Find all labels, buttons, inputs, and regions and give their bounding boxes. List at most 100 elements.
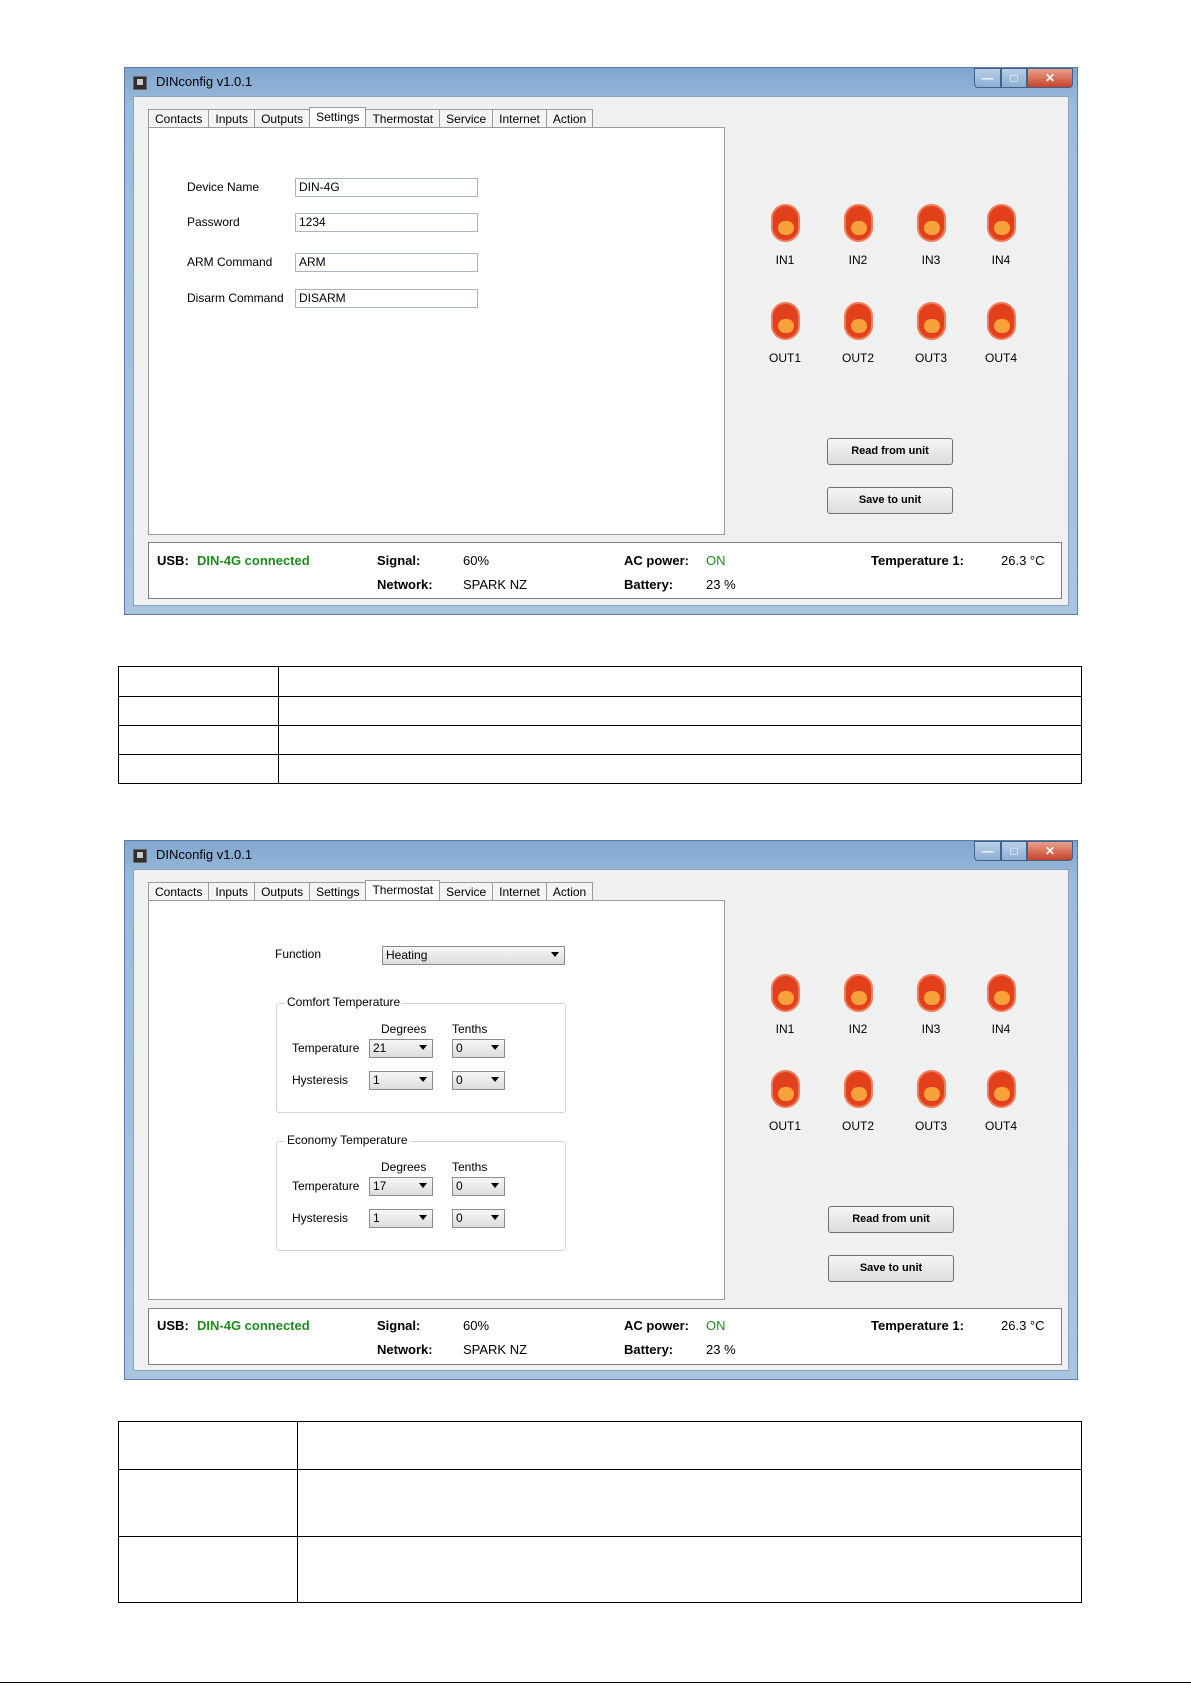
signal-label: Signal:	[377, 1318, 421, 1333]
tab-service[interactable]: Service	[439, 109, 494, 127]
save-to-unit-button[interactable]: Save to unit	[827, 487, 953, 514]
chevron-down-icon	[491, 1215, 499, 1220]
close-button[interactable]: ✕	[1027, 841, 1073, 861]
title-bar[interactable]: DINconfig v1.0.1 — □ ✕	[125, 68, 1077, 96]
tab-action[interactable]: Action	[545, 109, 594, 127]
maximize-icon: □	[1010, 71, 1018, 85]
table-cell	[297, 1421, 1082, 1470]
battery-label: Battery:	[624, 1342, 674, 1357]
client-area: Contacts Inputs Outputs Settings Thermos…	[133, 96, 1069, 606]
comfort-hysteresis-degrees-select[interactable]: 1	[369, 1071, 433, 1090]
arm-command-label: ARM Command	[187, 255, 273, 269]
tab-outputs[interactable]: Outputs	[254, 882, 311, 900]
network-label: Network:	[377, 1342, 433, 1357]
comfort-temperature-group: Comfort Temperature Degrees Tenths Tempe…	[276, 995, 566, 1113]
select-value: 0	[456, 1211, 463, 1225]
tab-outputs[interactable]: Outputs	[254, 109, 311, 127]
select-value: 17	[373, 1179, 387, 1193]
maximize-button[interactable]: □	[1001, 841, 1027, 861]
tab-contacts[interactable]: Contacts	[148, 109, 210, 127]
minimize-icon: —	[981, 844, 994, 858]
password-input[interactable]: 1234	[295, 213, 478, 232]
tab-action[interactable]: Action	[545, 882, 594, 900]
out3-label: OUT3	[914, 1119, 947, 1133]
degrees-header: Degrees	[381, 1022, 427, 1036]
tab-inputs[interactable]: Inputs	[208, 882, 256, 900]
economy-temperature-tenths-select[interactable]: 0	[452, 1177, 505, 1196]
tab-contacts[interactable]: Contacts	[148, 882, 210, 900]
tab-thermostat[interactable]: Thermostat	[365, 109, 441, 127]
in3-label: IN3	[921, 1022, 941, 1036]
tab-service[interactable]: Service	[439, 882, 494, 900]
in2-label: IN2	[848, 1022, 868, 1036]
out4-label: OUT4	[984, 351, 1017, 365]
comfort-group-title: Comfort Temperature	[285, 995, 403, 1009]
temperature-label: Temperature 1:	[871, 1318, 964, 1333]
maximize-button[interactable]: □	[1001, 68, 1027, 88]
minimize-button[interactable]: —	[974, 68, 1001, 88]
tab-settings[interactable]: Settings	[309, 882, 367, 900]
comfort-temperature-degrees-select[interactable]: 21	[369, 1039, 433, 1058]
chevron-down-icon	[491, 1183, 499, 1188]
economy-hysteresis-tenths-select[interactable]: 0	[452, 1209, 505, 1228]
tab-internet[interactable]: Internet	[492, 882, 547, 900]
function-value: Heating	[386, 948, 428, 962]
chevron-down-icon	[419, 1215, 427, 1220]
comfort-hysteresis-tenths-select[interactable]: 0	[452, 1071, 505, 1090]
title-bar[interactable]: DINconfig v1.0.1 — □ ✕	[125, 841, 1077, 869]
economy-hysteresis-label: Hysteresis	[292, 1211, 349, 1225]
out1-label: OUT1	[768, 1119, 801, 1133]
tab-thermostat[interactable]: Thermostat	[365, 880, 441, 900]
device-name-input[interactable]: DIN-4G	[295, 178, 478, 197]
function-select[interactable]: Heating	[382, 946, 565, 965]
comfort-temperature-tenths-select[interactable]: 0	[452, 1039, 505, 1058]
table-cell	[278, 725, 1082, 755]
tenths-header: Tenths	[452, 1160, 488, 1174]
economy-hysteresis-degrees-select[interactable]: 1	[369, 1209, 433, 1228]
usb-status: DIN-4G connected	[197, 553, 310, 568]
minimize-button[interactable]: —	[974, 841, 1001, 861]
close-button[interactable]: ✕	[1027, 68, 1073, 88]
read-from-unit-button[interactable]: Read from unit	[827, 438, 953, 465]
usb-status: DIN-4G connected	[197, 1318, 310, 1333]
save-to-unit-button[interactable]: Save to unit	[828, 1255, 954, 1282]
read-from-unit-button[interactable]: Read from unit	[828, 1206, 954, 1233]
caption-buttons: — □ ✕	[974, 68, 1073, 88]
ac-power-label: AC power:	[624, 1318, 689, 1333]
out2-label: OUT2	[841, 351, 874, 365]
app-window-thermostat: DINconfig v1.0.1 — □ ✕ Contacts Inputs O…	[124, 840, 1078, 1380]
device-name-label: Device Name	[187, 180, 260, 194]
in4-led-icon	[987, 974, 1016, 1012]
table-row	[118, 754, 1082, 784]
in1-label: IN1	[775, 253, 795, 267]
comfort-temperature-label: Temperature	[292, 1041, 360, 1055]
tab-settings[interactable]: Settings	[309, 107, 367, 127]
in1-led-icon	[771, 974, 800, 1012]
select-value: 21	[373, 1041, 387, 1055]
close-icon: ✕	[1044, 71, 1056, 85]
blank-table-2	[118, 1421, 1082, 1603]
disarm-command-input[interactable]: DISARM	[295, 289, 478, 308]
select-value: 0	[456, 1179, 463, 1193]
economy-temperature-degrees-select[interactable]: 17	[369, 1177, 433, 1196]
temperature-value: 26.3 °C	[1001, 553, 1045, 568]
arm-command-input[interactable]: ARM	[295, 253, 478, 272]
tab-internet[interactable]: Internet	[492, 109, 547, 127]
in2-led-icon	[844, 204, 873, 242]
tab-inputs[interactable]: Inputs	[208, 109, 256, 127]
tenths-header: Tenths	[452, 1022, 488, 1036]
out1-led-icon	[771, 1070, 800, 1108]
select-value: 0	[456, 1041, 463, 1055]
ac-power-label: AC power:	[624, 553, 689, 568]
out3-led-icon	[917, 302, 946, 340]
out1-led-icon	[771, 302, 800, 340]
table-cell	[118, 666, 279, 697]
chevron-down-icon	[419, 1183, 427, 1188]
temperature-label: Temperature 1:	[871, 553, 964, 568]
out1-label: OUT1	[768, 351, 801, 365]
chevron-down-icon	[491, 1045, 499, 1050]
table-cell	[118, 754, 279, 784]
out2-label: OUT2	[841, 1119, 874, 1133]
economy-temperature-group: Economy Temperature Degrees Tenths Tempe…	[276, 1133, 566, 1251]
temperature-value: 26.3 °C	[1001, 1318, 1045, 1333]
